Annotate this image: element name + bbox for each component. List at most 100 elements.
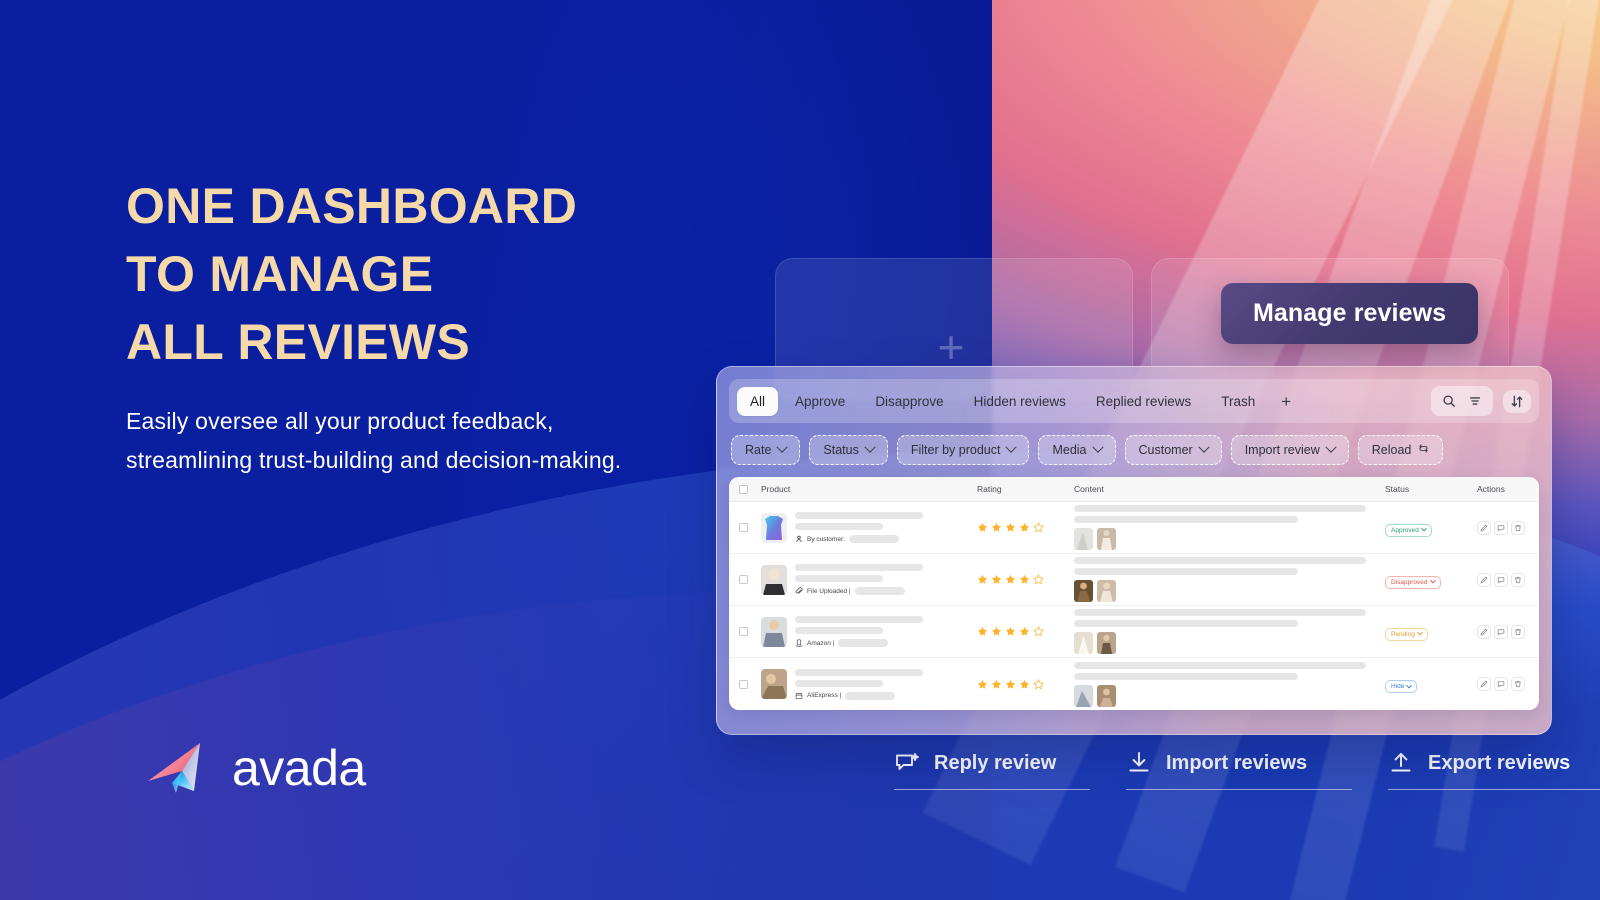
delete-icon[interactable] <box>1511 520 1525 535</box>
delete-icon[interactable] <box>1511 572 1525 587</box>
content-line-placeholder <box>1074 620 1298 627</box>
select-all-checkbox[interactable] <box>739 484 748 494</box>
media-thumbnail[interactable] <box>1097 580 1116 602</box>
filter-status-label: Status <box>823 443 859 457</box>
content-line-placeholder <box>1074 568 1298 575</box>
media-thumbnail[interactable] <box>1097 528 1116 550</box>
status-badge[interactable]: Disapproved <box>1385 575 1441 589</box>
export-reviews-label: Export reviews <box>1428 751 1571 774</box>
import-review-button[interactable]: Import review <box>1230 435 1349 465</box>
product-cell: AliExpress | <box>761 668 969 700</box>
filter-icon[interactable] <box>1463 390 1487 412</box>
page-title-line-3: ALL REVIEWS <box>126 314 471 370</box>
hero-text-block: ONE DASHBOARD TO MANAGE ALL REVIEWS Easi… <box>126 172 766 480</box>
actions-cell <box>1477 624 1529 639</box>
content-line-placeholder <box>1074 609 1367 616</box>
status-badge[interactable]: Pending <box>1385 627 1428 641</box>
product-info: File Uploaded | <box>795 564 969 595</box>
reply-review-action[interactable]: Reply review <box>894 750 1090 790</box>
tab-approve[interactable]: Approve <box>782 387 858 416</box>
table-row[interactable]: File Uploaded | Disapproved <box>729 554 1539 606</box>
edit-icon[interactable] <box>1477 572 1491 587</box>
filter-customer-label: Customer <box>1138 443 1193 457</box>
manage-reviews-button[interactable]: Manage reviews <box>1221 283 1479 344</box>
status-badge[interactable]: Approved <box>1385 523 1432 537</box>
delete-icon[interactable] <box>1511 677 1525 691</box>
search-icon[interactable] <box>1437 390 1461 412</box>
reply-icon[interactable] <box>1494 624 1508 639</box>
import-reviews-label: Import reviews <box>1166 751 1308 774</box>
media-thumbnail[interactable] <box>1097 632 1116 654</box>
table-row[interactable]: By customer: Approved <box>729 502 1539 554</box>
chevron-down-icon <box>1091 441 1104 453</box>
tab-disapprove[interactable]: Disapprove <box>862 387 956 416</box>
rating-cell <box>969 678 1074 690</box>
delete-icon[interactable] <box>1511 624 1525 639</box>
media-thumbnail[interactable] <box>1074 580 1093 602</box>
brand-logo: avada <box>146 737 366 799</box>
export-reviews-action[interactable]: Export reviews <box>1388 750 1600 790</box>
filter-bar: Rate Status Filter by product Media Cust… <box>729 435 1539 465</box>
tab-bar: All Approve Disapprove Hidden reviews Re… <box>729 379 1539 423</box>
actions-cell <box>1477 677 1529 691</box>
filter-status[interactable]: Status <box>809 435 888 465</box>
select-all-cell <box>739 484 761 494</box>
add-tab-button[interactable]: + <box>1272 391 1300 412</box>
row-select-cell <box>739 575 761 584</box>
page-title: ONE DASHBOARD TO MANAGE ALL REVIEWS <box>126 172 766 376</box>
column-header-status: Status <box>1385 484 1410 494</box>
edit-icon[interactable] <box>1477 677 1491 691</box>
review-source-label: File Uploaded | <box>807 587 851 595</box>
avada-paper-plane-logo-icon <box>146 737 218 799</box>
product-meta-placeholder <box>795 627 883 634</box>
reply-icon[interactable] <box>1494 677 1508 691</box>
row-checkbox[interactable] <box>739 679 748 689</box>
media-thumbnail[interactable] <box>1074 528 1093 550</box>
column-header-actions: Actions <box>1477 484 1505 494</box>
tab-hidden-reviews[interactable]: Hidden reviews <box>961 387 1079 416</box>
rating-cell <box>969 574 1074 585</box>
rating-stars <box>977 678 1044 690</box>
edit-icon[interactable] <box>1477 520 1491 535</box>
product-info: AliExpress | <box>795 668 969 700</box>
filter-by-product[interactable]: Filter by product <box>896 435 1030 465</box>
product-meta-placeholder <box>795 575 883 582</box>
row-checkbox[interactable] <box>739 523 748 532</box>
chevron-down-icon <box>1429 577 1436 584</box>
status-cell: Hide <box>1385 675 1477 693</box>
customer-name-placeholder <box>845 691 896 700</box>
table-row[interactable]: Amazon | Pending <box>729 606 1539 658</box>
edit-icon[interactable] <box>1477 624 1491 639</box>
row-checkbox[interactable] <box>739 575 748 584</box>
reply-icon[interactable] <box>1494 520 1508 535</box>
status-badge[interactable]: Hide <box>1385 680 1418 693</box>
review-source-label: Amazon | <box>807 639 835 647</box>
sort-icon[interactable] <box>1503 389 1531 413</box>
product-info: By customer: <box>795 512 969 543</box>
filter-media[interactable]: Media <box>1038 435 1116 465</box>
row-checkbox[interactable] <box>739 627 748 636</box>
table-row[interactable]: AliExpress | Hide <box>729 658 1539 710</box>
review-source: AliExpress | <box>795 691 969 700</box>
media-thumbnail[interactable] <box>1097 684 1116 707</box>
filter-customer[interactable]: Customer <box>1124 435 1222 465</box>
filter-rate[interactable]: Rate <box>731 435 801 465</box>
tab-replied-reviews[interactable]: Replied reviews <box>1083 387 1204 416</box>
page-title-line-2: TO MANAGE <box>126 246 434 302</box>
tab-trash[interactable]: Trash <box>1208 387 1268 416</box>
media-thumbnail[interactable] <box>1074 632 1093 654</box>
actions-cell <box>1477 572 1529 587</box>
reply-icon[interactable] <box>1494 572 1508 587</box>
content-line-placeholder <box>1074 672 1298 680</box>
chevron-down-icon <box>1005 441 1018 453</box>
content-cell <box>1074 505 1385 550</box>
rating-stars <box>977 522 1044 533</box>
reload-button[interactable]: Reload <box>1357 435 1444 465</box>
chevron-down-icon <box>1420 525 1427 532</box>
product-thumbnail <box>761 616 787 647</box>
row-select-cell <box>739 523 761 532</box>
chevron-down-icon <box>776 441 789 453</box>
import-reviews-action[interactable]: Import reviews <box>1126 750 1352 790</box>
media-thumbnail[interactable] <box>1074 684 1093 707</box>
tab-all[interactable]: All <box>737 386 779 416</box>
